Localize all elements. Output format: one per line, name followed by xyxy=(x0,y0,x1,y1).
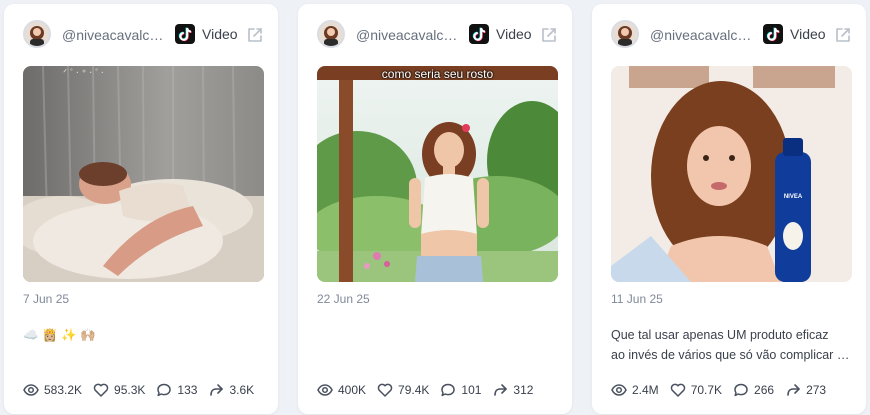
video-overlay-text: como seria seu rosto xyxy=(381,67,494,81)
shares-count: 3.6K xyxy=(229,383,255,397)
views-stat: 400K xyxy=(317,382,366,398)
avatar[interactable] xyxy=(317,20,345,48)
video-thumbnail[interactable]: ᐟ ˚ · ⁺ ‧ ˚ · xyxy=(23,66,264,282)
comments-stat: 133 xyxy=(156,382,197,398)
views-stat: 583.2K xyxy=(23,382,82,398)
views-count: 400K xyxy=(338,383,367,397)
likes-count: 70.7K xyxy=(690,383,723,397)
likes-stat: 95.3K xyxy=(93,382,145,398)
video-thumbnail[interactable]: NIVEA xyxy=(611,66,852,282)
post-date: 11 Jun 25 xyxy=(611,292,663,306)
likes-stat: 70.7K xyxy=(670,382,722,398)
card-header: @niveacavalcante Video xyxy=(592,4,866,66)
svg-text:ᐟ ˚ · ⁺ ‧ ˚ ·: ᐟ ˚ · ⁺ ‧ ˚ · xyxy=(63,68,104,79)
shares-stat: 312 xyxy=(492,382,533,398)
likes-count: 95.3K xyxy=(114,383,146,397)
comment-icon xyxy=(441,383,456,397)
heart-icon xyxy=(93,383,109,397)
author-handle[interactable]: @niveacavalcante xyxy=(62,27,166,43)
views-count: 583.2K xyxy=(44,383,83,397)
share-icon xyxy=(210,384,224,396)
shares-stat: 273 xyxy=(785,382,826,398)
caption-line: ao invés de vários que só vão complicar … xyxy=(611,348,852,362)
post-caption: ☁️ 👸🏼 ✨ 🙌🏼 xyxy=(23,325,264,345)
views-stat: 2.4M xyxy=(611,382,659,398)
card-header: @niveacavalcante Video xyxy=(298,4,572,66)
comments-stat: 266 xyxy=(733,382,774,398)
comments-count: 266 xyxy=(754,383,775,397)
likes-count: 79.4K xyxy=(398,383,430,397)
shares-stat: 3.6K xyxy=(208,382,254,398)
post-card[interactable]: @niveacavalcante Video como seria seu ro… xyxy=(298,4,572,414)
post-stats: 400K 79.4K 101 312 xyxy=(317,380,544,400)
external-link-icon[interactable] xyxy=(246,26,264,44)
comments-count: 133 xyxy=(177,383,198,397)
tiktok-icon xyxy=(763,24,783,44)
card-header: @niveacavalcante Video xyxy=(4,4,278,66)
video-thumbnail[interactable]: como seria seu rosto xyxy=(317,66,558,282)
share-icon xyxy=(787,384,800,396)
content-type-label: Video xyxy=(496,26,532,42)
comment-icon xyxy=(157,383,172,397)
tiktok-icon xyxy=(469,24,489,44)
svg-text:NIVEA: NIVEA xyxy=(784,194,803,200)
shares-count: 273 xyxy=(806,383,827,397)
share-icon xyxy=(494,384,508,396)
comments-count: 101 xyxy=(461,383,482,397)
external-link-icon[interactable] xyxy=(540,26,558,44)
post-card[interactable]: @niveacavalcante Video NIVEA 11 Jun 25 Q… xyxy=(592,4,866,414)
comment-icon xyxy=(734,383,748,397)
post-date: 7 Jun 25 xyxy=(23,292,70,306)
likes-stat: 79.4K xyxy=(377,382,429,398)
eye-icon xyxy=(23,384,39,396)
external-link-icon[interactable] xyxy=(834,26,852,44)
eye-icon xyxy=(317,384,333,396)
eye-icon xyxy=(611,384,627,396)
post-stats: 583.2K 95.3K 133 3.6K xyxy=(23,380,265,400)
caption-line: ☁️ 👸🏼 ✨ 🙌🏼 xyxy=(23,328,96,342)
content-type-label: Video xyxy=(202,26,238,42)
content-type-label: Video xyxy=(790,26,826,42)
author-handle[interactable]: @niveacavalcante xyxy=(650,27,754,43)
heart-icon xyxy=(377,383,393,397)
author-handle[interactable]: @niveacavalcante xyxy=(356,27,460,43)
comments-stat: 101 xyxy=(440,382,481,398)
post-stats: 2.4M 70.7K 266 273 xyxy=(611,380,837,400)
avatar[interactable] xyxy=(23,20,51,48)
heart-icon xyxy=(670,383,685,397)
avatar[interactable] xyxy=(611,20,639,48)
tiktok-icon xyxy=(175,24,195,44)
post-caption: Que tal usar apenas UM produto eficaz ao… xyxy=(611,325,852,365)
post-date: 22 Jun 25 xyxy=(317,292,370,306)
shares-count: 312 xyxy=(513,383,534,397)
caption-line: Que tal usar apenas UM produto eficaz xyxy=(611,328,829,342)
post-card[interactable]: @niveacavalcante Video ᐟ ˚ · ⁺ ‧ ˚ · 7 J… xyxy=(4,4,278,414)
views-count: 2.4M xyxy=(632,383,659,397)
